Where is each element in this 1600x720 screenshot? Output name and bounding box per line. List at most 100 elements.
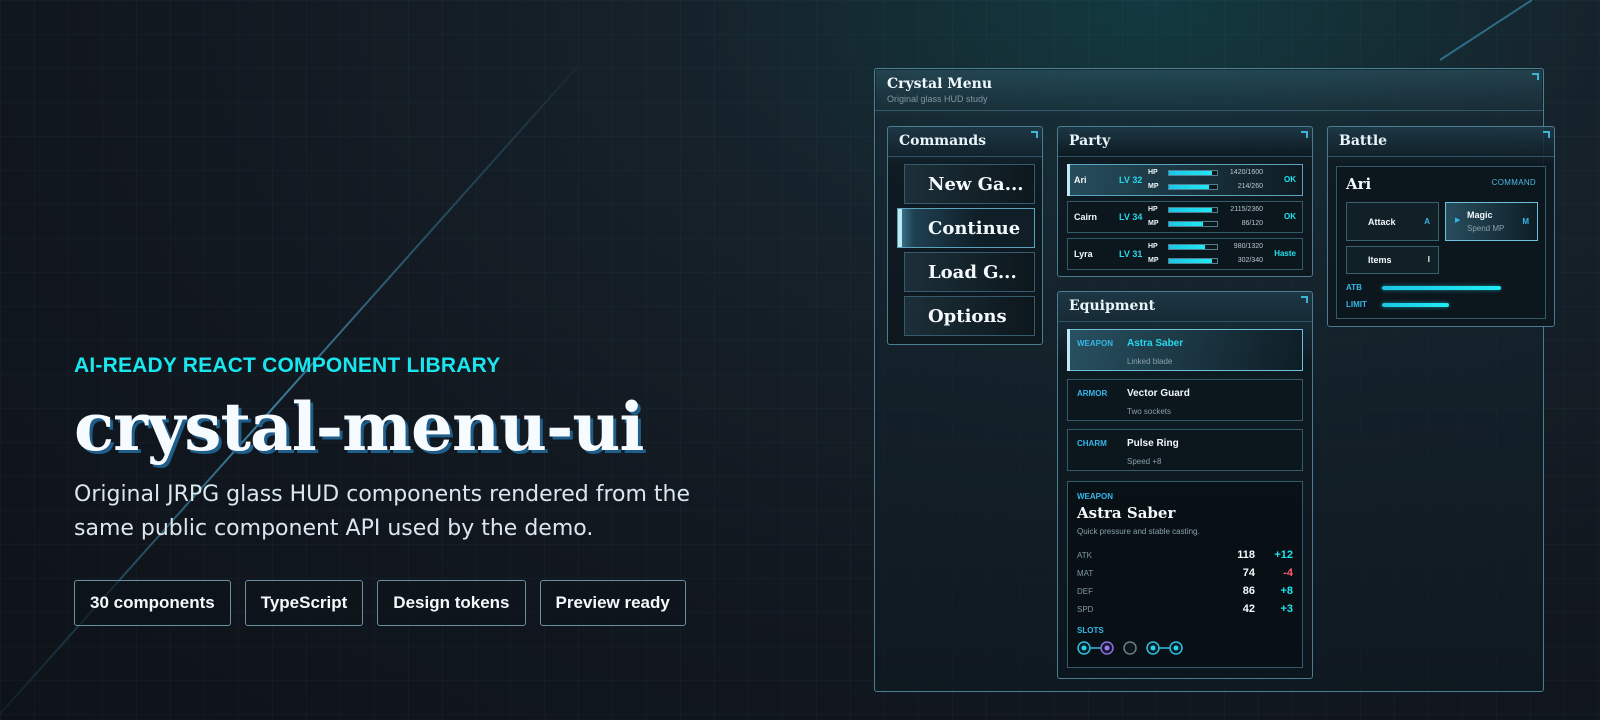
slot-gem-icon — [1081, 645, 1087, 651]
party-member-row[interactable]: Lyra LV 31 HP 980/1320 MP 302/340 Haste — [1067, 238, 1303, 270]
action-items-button[interactable]: Items I — [1346, 246, 1439, 274]
mp-bar — [1168, 184, 1218, 190]
command-continue[interactable]: Continue — [897, 208, 1035, 248]
battle-panel-title: Battle — [1328, 127, 1554, 157]
commands-panel-title: Commands — [888, 127, 1042, 157]
member-status: Haste — [1274, 249, 1296, 258]
equipment-slot-label: ARMOR — [1077, 389, 1108, 398]
selection-arrow-icon: ▶ — [1455, 217, 1461, 224]
equipment-panel: Equipment WEAPON Astra Saber Linked blad… — [1057, 291, 1313, 679]
corner-accent-icon — [1532, 73, 1539, 80]
stat-delta: -4 — [1283, 567, 1293, 579]
member-status: OK — [1284, 175, 1296, 184]
mp-bar — [1168, 258, 1218, 264]
slot-gem-icon — [1104, 645, 1110, 651]
hero-eyebrow: AI-READY REACT COMPONENT LIBRARY — [74, 354, 501, 377]
equipment-name: Astra Saber — [1127, 338, 1184, 349]
hp-label: HP — [1148, 169, 1158, 176]
action-label: Items — [1368, 255, 1392, 265]
stat-value: 86 — [1242, 585, 1255, 597]
equipment-detail-card: WEAPON Astra Saber Quick pressure and st… — [1067, 481, 1303, 668]
corner-accent-icon — [1301, 131, 1308, 138]
crystal-menu-header: Crystal Menu Original glass HUD study — [875, 69, 1543, 111]
chip-preview-ready[interactable]: Preview ready — [539, 580, 686, 626]
command-options[interactable]: Options — [904, 296, 1035, 336]
crystal-menu-subtitle: Original glass HUD study — [887, 94, 988, 104]
mp-value: 214/260 — [1237, 183, 1263, 190]
stat-label: SPD — [1077, 605, 1094, 614]
battle-command-card: Ari COMMAND Attack A ▶ Magic Spend MP M … — [1336, 166, 1546, 319]
hero-description: Original JRPG glass HUD components rende… — [74, 482, 691, 541]
action-magic-button[interactable]: ▶ Magic Spend MP M — [1445, 202, 1538, 241]
atb-gauge — [1382, 286, 1538, 290]
hp-value: 980/1320 — [1233, 243, 1263, 250]
equipment-name: Pulse Ring — [1127, 438, 1179, 449]
limit-gauge — [1382, 303, 1538, 307]
stat-row-spd: SPD 42 +3 — [1077, 603, 1293, 617]
commands-panel: Commands New Ga... Continue Load G... Op… — [887, 126, 1043, 345]
stat-delta: +8 — [1280, 585, 1293, 597]
member-status: OK — [1284, 212, 1296, 221]
limit-label: LIMIT — [1346, 300, 1367, 309]
hp-bar-fill — [1169, 245, 1205, 249]
slot-empty-icon[interactable] — [1123, 641, 1137, 655]
chip-design-tokens[interactable]: Design tokens — [377, 580, 526, 626]
battle-mode: COMMAND — [1491, 178, 1536, 187]
stat-delta: +3 — [1280, 603, 1293, 615]
equipment-panel-title: Equipment — [1058, 292, 1312, 322]
stat-value: 42 — [1242, 603, 1255, 615]
detail-slot-label: WEAPON — [1077, 492, 1113, 501]
stat-label: DEF — [1077, 587, 1093, 596]
mp-label: MP — [1148, 257, 1159, 264]
slots-label: SLOTS — [1077, 626, 1104, 635]
feature-chips: 30 components TypeScript Design tokens P… — [74, 580, 734, 626]
battle-panel: Battle Ari COMMAND Attack A ▶ Magic Spen… — [1327, 126, 1555, 327]
equipment-item-weapon[interactable]: WEAPON Astra Saber Linked blade — [1067, 329, 1303, 371]
party-member-row[interactable]: Cairn LV 34 HP 2115/2360 MP 86/120 OK — [1067, 201, 1303, 233]
equipment-slot-label: WEAPON — [1077, 339, 1113, 348]
action-label: Magic — [1467, 210, 1493, 220]
equipment-note: Linked blade — [1127, 357, 1173, 366]
party-member-row[interactable]: Ari LV 32 HP 1420/1600 MP 214/260 OK — [1067, 164, 1303, 196]
command-new-game[interactable]: New Ga... — [904, 164, 1035, 204]
command-load-game[interactable]: Load G... — [904, 252, 1035, 292]
member-name: Ari — [1074, 175, 1087, 185]
equipment-item-armor[interactable]: ARMOR Vector Guard Two sockets — [1067, 379, 1303, 421]
slot-gem-icon — [1173, 645, 1179, 651]
equipment-note: Speed +8 — [1127, 457, 1162, 466]
corner-accent-icon — [1031, 131, 1038, 138]
equipment-note: Two sockets — [1127, 407, 1172, 416]
limit-gauge-fill — [1382, 303, 1450, 307]
materia-slots — [1077, 641, 1183, 655]
mp-label: MP — [1148, 183, 1159, 190]
atb-gauge-fill — [1382, 286, 1501, 290]
equipment-item-charm[interactable]: CHARM Pulse Ring Speed +8 — [1067, 429, 1303, 471]
stat-value: 74 — [1242, 567, 1255, 579]
party-panel-title: Party — [1058, 127, 1312, 157]
action-attack-button[interactable]: Attack A — [1346, 202, 1439, 241]
hp-label: HP — [1148, 243, 1158, 250]
mp-value: 86/120 — [1241, 220, 1263, 227]
mp-bar-fill — [1169, 185, 1209, 189]
mp-bar-fill — [1169, 259, 1212, 263]
action-subtext: Spend MP — [1467, 224, 1505, 233]
action-hotkey: I — [1427, 255, 1430, 264]
member-name: Cairn — [1074, 212, 1098, 222]
chip-typescript[interactable]: TypeScript — [244, 580, 364, 626]
hp-value: 2115/2360 — [1230, 206, 1263, 213]
hero-section: AI-READY REACT COMPONENT LIBRARY crystal… — [74, 354, 734, 626]
chip-components[interactable]: 30 components — [74, 580, 231, 626]
mp-value: 302/340 — [1237, 257, 1263, 264]
corner-accent-icon — [1301, 296, 1308, 303]
equipment-name: Vector Guard — [1127, 388, 1190, 399]
action-label: Attack — [1368, 217, 1396, 227]
hp-bar — [1168, 207, 1218, 213]
stat-row-mat: MAT 74 -4 — [1077, 567, 1293, 581]
action-hotkey: A — [1424, 217, 1430, 226]
hp-label: HP — [1148, 206, 1158, 213]
crystal-menu-window: Crystal Menu Original glass HUD study Co… — [874, 68, 1555, 692]
hp-value: 1420/1600 — [1229, 169, 1263, 176]
battle-actor-name: Ari — [1346, 175, 1372, 193]
mp-bar — [1168, 221, 1218, 227]
member-level: LV 32 — [1119, 175, 1143, 185]
